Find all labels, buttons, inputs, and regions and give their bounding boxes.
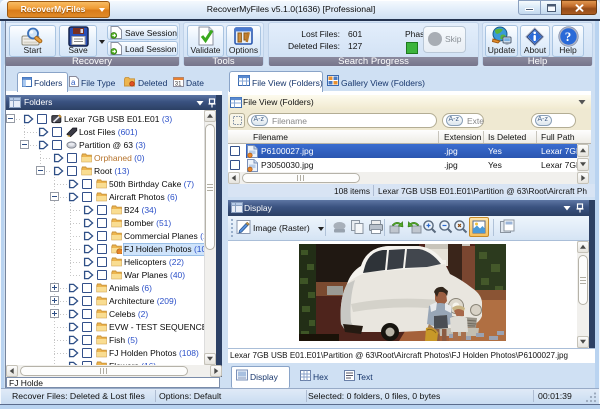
svg-text:31: 31 xyxy=(175,82,182,88)
svg-text:a: a xyxy=(71,78,76,87)
svg-text:?: ? xyxy=(565,29,572,44)
